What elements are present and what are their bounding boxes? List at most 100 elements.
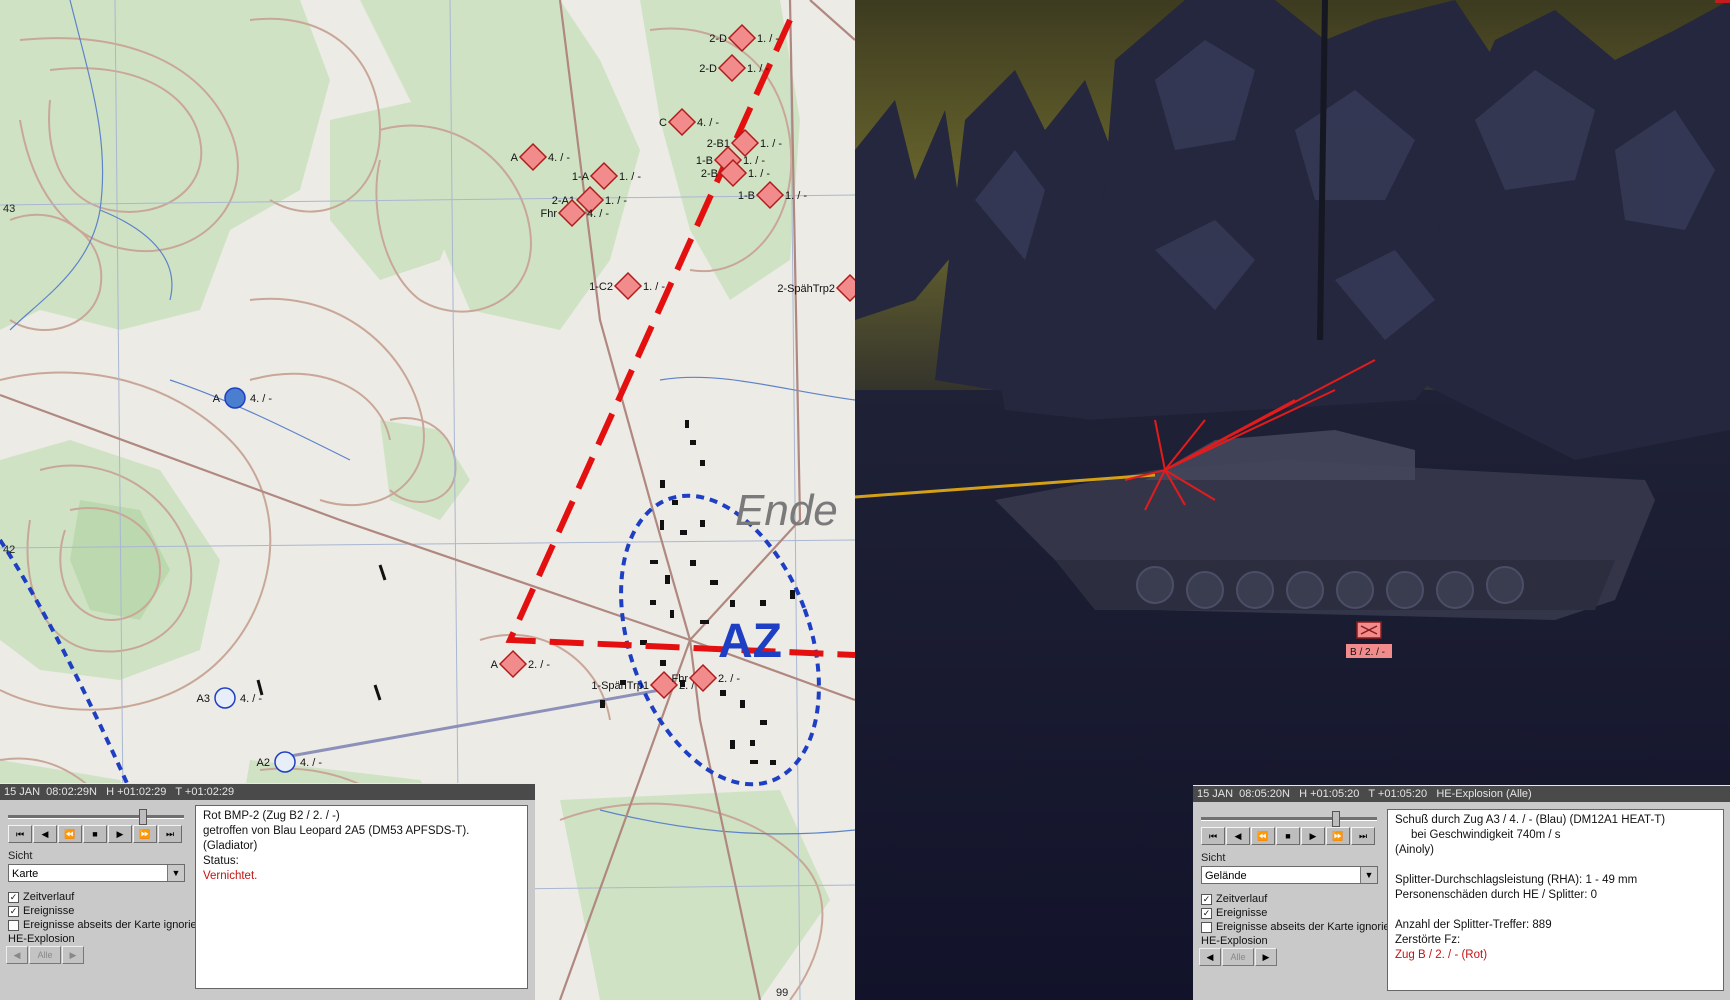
checkbox-box[interactable] [8, 919, 19, 931]
red-unit-marker[interactable]: A 2. / - [491, 649, 551, 679]
fast-forward-button[interactable]: ⏩ [133, 825, 157, 843]
unit-status: 1. / - [643, 281, 665, 293]
unit-label: Fhr [672, 673, 689, 685]
unit-status: 4. / - [300, 757, 322, 769]
filter-next-button[interactable]: ▶ [62, 946, 84, 964]
terrain-view-pane[interactable]: B / 2. / - 15 JAN 08:05:20N H +01:05:20 … [855, 0, 1730, 1000]
unit-label: 1-B [738, 190, 755, 202]
filter-next-button[interactable]: ▶ [1255, 948, 1277, 966]
info-line: Status: [203, 855, 239, 867]
fast-forward-button[interactable]: ⏩ [1326, 827, 1350, 845]
unit-status: 4. / - [548, 152, 570, 164]
play-back-button[interactable]: ⏪ [58, 825, 82, 843]
unit-label: 2-D [699, 63, 717, 75]
rewind-start-button[interactable]: ⏮ [8, 825, 32, 843]
checkbox-ignore-offmap[interactable]: Ereignisse abseits der Karte ignorieren [1201, 921, 1406, 933]
info-line: Vernichtet. [203, 870, 258, 882]
sicht-value: Karte [12, 868, 39, 880]
checkbox-zeitverlauf[interactable]: ✓ Zeitverlauf [1201, 893, 1267, 905]
unit-status: 1. / - [757, 33, 779, 45]
checkbox-box[interactable]: ✓ [1201, 907, 1212, 919]
checkbox-ignore-offmap[interactable]: Ereignisse abseits der Karte ignorieren [8, 919, 213, 931]
grid-label: 99 [776, 987, 788, 999]
event-info-box: Schuß durch Zug A3 / 4. / - (Blau) (DM12… [1387, 809, 1724, 991]
unit-label: 1-C2 [589, 281, 613, 293]
unit-status: 1. / - [760, 138, 782, 150]
unit-label: A [511, 152, 519, 164]
play-button[interactable]: ▶ [1301, 827, 1325, 845]
checkbox-label: Ereignisse [23, 905, 75, 917]
unit-label: 2-B [701, 168, 718, 180]
unit-status: 1. / - [748, 168, 770, 180]
unit-label: A [491, 659, 499, 671]
unit-status: 1. / - [747, 63, 769, 75]
unit-status: 2. / - [528, 659, 550, 671]
unit-label: A [213, 393, 221, 405]
timeline-slider[interactable] [8, 815, 184, 819]
play-button[interactable]: ▶ [108, 825, 132, 843]
event-filter-label: HE-Explosion [8, 933, 75, 945]
unit-label: 2-D [709, 33, 727, 45]
unit-label: 1-B [696, 155, 713, 167]
checkbox-box[interactable]: ✓ [8, 891, 19, 903]
red-unit-marker[interactable]: 1-C2 1. / - [589, 271, 665, 301]
sicht-select[interactable]: Karte ▼ [8, 864, 185, 882]
checkbox-label: Ereignisse [1216, 907, 1268, 919]
skip-end-button[interactable]: ⏭ [158, 825, 182, 843]
checkbox-zeitverlauf[interactable]: ✓ Zeitverlauf [8, 891, 74, 903]
filter-all-button[interactable]: Alle [1222, 948, 1254, 966]
replay-control-panel: 15 JAN 08:02:29N H +01:02:29 T +01:02:29… [0, 783, 535, 1000]
checkbox-label: Ereignisse abseits der Karte ignorieren [1216, 921, 1406, 933]
info-line: bei Geschwindigkeit 740m / s [1395, 829, 1561, 841]
checkbox-ereignisse[interactable]: ✓ Ereignisse [1201, 907, 1267, 919]
sicht-label: Sicht [1201, 852, 1226, 864]
skip-end-button[interactable]: ⏭ [1351, 827, 1375, 845]
event-info-box: Rot BMP-2 (Zug B2 / 2. / -) getroffen von… [195, 805, 528, 989]
event-filter-buttons: ◀ Alle ▶ [1199, 948, 1277, 966]
checkbox-box[interactable]: ✓ [8, 905, 19, 917]
info-line [1395, 903, 1716, 918]
town-buildings [600, 420, 795, 765]
unit-status: 1. / - [619, 171, 641, 183]
chevron-down-icon[interactable]: ▼ [167, 865, 184, 881]
unit-label: A3 [197, 693, 210, 705]
event-filter-buttons: ◀ Alle ▶ [6, 946, 84, 964]
info-line: Splitter-Durchschlagsleistung (RHA): 1 -… [1395, 874, 1638, 886]
unit-label: C [659, 117, 667, 129]
sicht-select[interactable]: Gelände ▼ [1201, 866, 1378, 884]
timeline-slider-thumb[interactable] [139, 809, 147, 825]
blue-unit-marker[interactable]: A 4. / - [213, 387, 273, 409]
step-back-button[interactable]: ◀ [33, 825, 57, 843]
checkbox-ereignisse[interactable]: ✓ Ereignisse [8, 905, 74, 917]
rewind-start-button[interactable]: ⏮ [1201, 827, 1225, 845]
blue-unit-marker[interactable]: A3 4. / - [197, 687, 263, 709]
stop-button[interactable]: ■ [83, 825, 107, 843]
unit-status: 4. / - [250, 393, 272, 405]
filter-prev-button[interactable]: ◀ [6, 946, 28, 964]
time-header: 15 JAN 08:02:29N H +01:02:29 T +01:02:29 [0, 784, 535, 800]
red-unit-marker[interactable]: 2-SpähTrp2 [777, 273, 855, 303]
filter-prev-button[interactable]: ◀ [1199, 948, 1221, 966]
time-header: 15 JAN 08:05:20N H +01:05:20 T +01:05:20… [1193, 786, 1730, 802]
filter-all-button[interactable]: Alle [29, 946, 61, 964]
info-line: Rot BMP-2 (Zug B2 / 2. / -) [203, 810, 340, 822]
tactical-map-pane[interactable]: Ende AZ 43 42 99 A 4. / - A3 4. / - A2 4. / -… [0, 0, 855, 1000]
step-back-button[interactable]: ◀ [1226, 827, 1250, 845]
unit-label: A2 [257, 757, 270, 769]
unit-status: 2. / - [718, 673, 740, 685]
stop-button[interactable]: ■ [1276, 827, 1300, 845]
checkbox-box[interactable] [1201, 921, 1212, 933]
unit-status: 4. / - [587, 208, 609, 220]
timeline-slider[interactable] [1201, 817, 1377, 821]
playback-buttons: ⏮ ◀ ⏪ ■ ▶ ⏩ ⏭ [8, 825, 182, 843]
vehicle-unit-label: B / 2. / - [1350, 647, 1385, 658]
unit-label: 1-A [572, 171, 590, 183]
unit-status: 1. / - [785, 190, 807, 202]
checkbox-label: Zeitverlauf [1216, 893, 1268, 905]
checkbox-box[interactable]: ✓ [1201, 893, 1212, 905]
chevron-down-icon[interactable]: ▼ [1360, 867, 1377, 883]
playback-buttons: ⏮ ◀ ⏪ ■ ▶ ⏩ ⏭ [1201, 827, 1375, 845]
info-line [1395, 858, 1716, 873]
play-back-button[interactable]: ⏪ [1251, 827, 1275, 845]
timeline-slider-thumb[interactable] [1332, 811, 1340, 827]
